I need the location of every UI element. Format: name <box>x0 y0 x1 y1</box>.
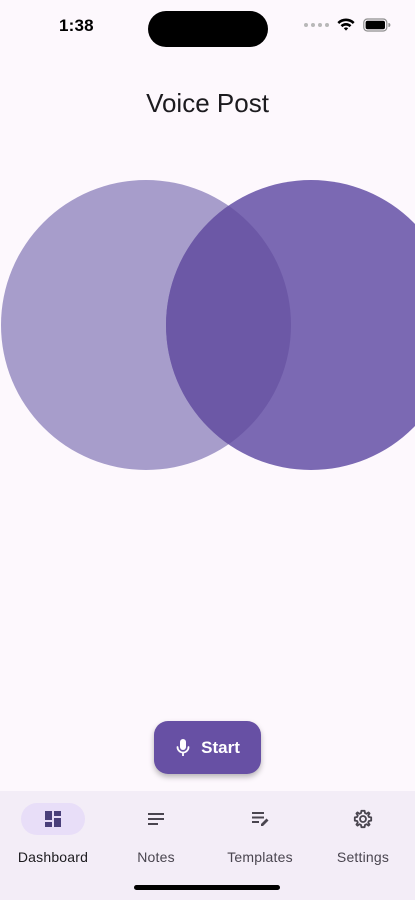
status-icons <box>304 18 391 32</box>
battery-icon <box>363 18 391 32</box>
mic-icon <box>176 738 190 756</box>
wifi-icon <box>337 18 355 31</box>
notes-icon <box>148 813 164 825</box>
voice-visualizer <box>0 175 415 475</box>
nav-label-dashboard: Dashboard <box>17 849 89 865</box>
templates-icon <box>252 812 269 826</box>
dashboard-icon <box>45 811 61 827</box>
status-bar: 1:38 <box>0 0 415 56</box>
status-time: 1:38 <box>59 16 94 35</box>
dynamic-island <box>148 11 268 47</box>
nav-item-dashboard[interactable]: Dashboard <box>3 803 103 865</box>
start-button-label: Start <box>201 737 240 757</box>
nav-item-notes[interactable]: Notes <box>106 803 206 865</box>
start-recording-button[interactable]: Start <box>154 721 261 774</box>
nav-label-templates: Templates <box>227 849 293 865</box>
home-indicator <box>134 885 280 890</box>
nav-label-settings: Settings <box>336 849 390 865</box>
nav-item-templates[interactable]: Templates <box>210 803 310 865</box>
overlapping-circles <box>1 180 415 470</box>
nav-label-notes: Notes <box>137 849 175 865</box>
nav-active-indicator <box>21 803 85 835</box>
settings-icon <box>353 809 373 829</box>
cellular-signal-icon <box>304 23 329 27</box>
bottom-navigation: Dashboard Notes Templates Settings <box>0 791 415 900</box>
nav-item-settings[interactable]: Settings <box>313 803 413 865</box>
page-title: Voice Post <box>146 88 269 118</box>
